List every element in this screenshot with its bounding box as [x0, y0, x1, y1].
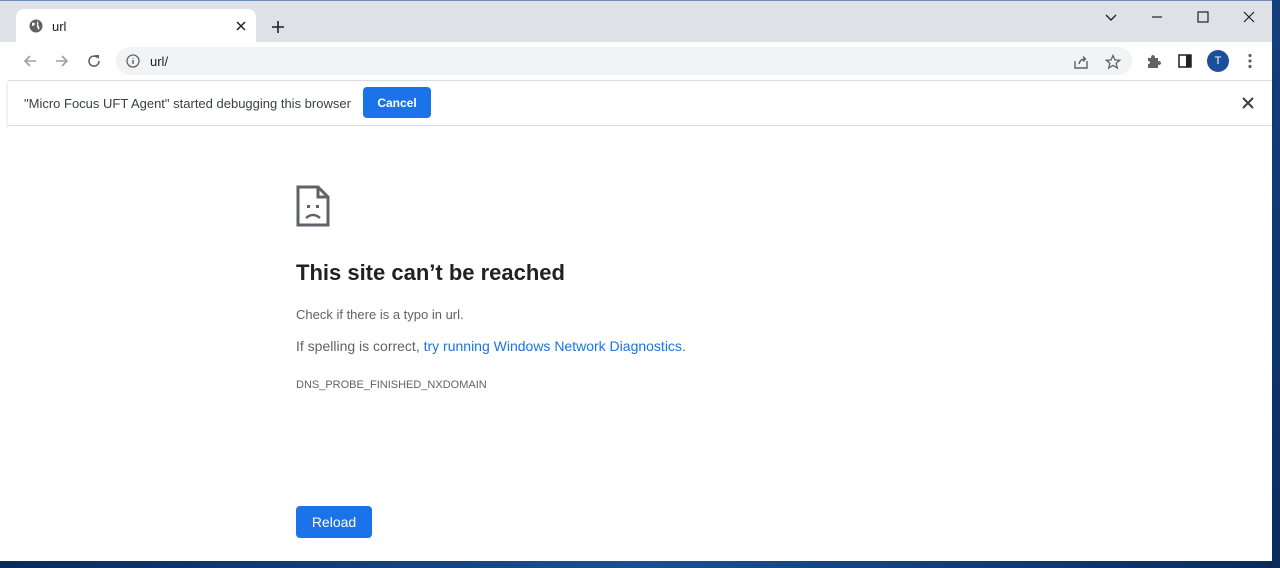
error-title: This site can’t be reached: [296, 260, 565, 285]
desktop-background-right: [1272, 0, 1280, 568]
reload-button[interactable]: Reload: [296, 506, 372, 538]
bookmark-star-icon[interactable]: [1104, 53, 1122, 71]
close-tab-icon[interactable]: [232, 17, 250, 35]
sad-page-icon: [296, 185, 330, 227]
browser-toolbar: url/ T: [0, 42, 1272, 80]
close-window-icon[interactable]: [1239, 7, 1259, 27]
side-panel-icon[interactable]: [1176, 52, 1194, 70]
diagnostics-link[interactable]: try running Windows Network Diagnostics: [424, 338, 682, 354]
more-menu-icon[interactable]: [1241, 52, 1259, 70]
tab-title: url: [52, 19, 67, 34]
profile-avatar[interactable]: T: [1207, 50, 1229, 72]
globe-icon: [29, 19, 43, 33]
extensions-puzzle-icon[interactable]: [1144, 52, 1162, 70]
reload-icon[interactable]: [84, 51, 104, 71]
tab-url[interactable]: url: [16, 9, 256, 43]
share-icon[interactable]: [1072, 53, 1090, 71]
error-diagnostics-hint: If spelling is correct, try running Wind…: [296, 338, 686, 354]
site-info-icon[interactable]: [126, 54, 140, 68]
back-arrow-icon[interactable]: [20, 51, 40, 71]
error-page: This site can’t be reached Check if ther…: [8, 126, 1272, 560]
error-typo-hint: Check if there is a typo in url.: [296, 307, 464, 322]
address-text[interactable]: url/: [150, 54, 168, 69]
address-bar[interactable]: url/: [116, 47, 1132, 75]
maximize-icon[interactable]: [1193, 7, 1213, 27]
browser-window: url url/ T "Micro Focus UFT Agent" start…: [0, 0, 1272, 561]
infobar-message: "Micro Focus UFT Agent" started debuggin…: [24, 96, 351, 111]
error-code: DNS_PROBE_FINISHED_NXDOMAIN: [296, 379, 487, 391]
minimize-icon[interactable]: [1147, 7, 1167, 27]
tab-search-chevron-icon[interactable]: [1101, 7, 1121, 27]
debugging-infobar: "Micro Focus UFT Agent" started debuggin…: [8, 80, 1272, 125]
forward-arrow-icon[interactable]: [52, 51, 72, 71]
new-tab-icon[interactable]: [268, 17, 288, 37]
diagnostics-suffix: .: [681, 338, 686, 354]
diagnostics-prefix: If spelling is correct,: [296, 338, 424, 354]
desktop-background-bottom: [0, 561, 1280, 568]
tab-strip: url: [0, 0, 1272, 43]
cancel-button[interactable]: Cancel: [363, 87, 431, 118]
close-infobar-icon[interactable]: [1240, 95, 1256, 111]
